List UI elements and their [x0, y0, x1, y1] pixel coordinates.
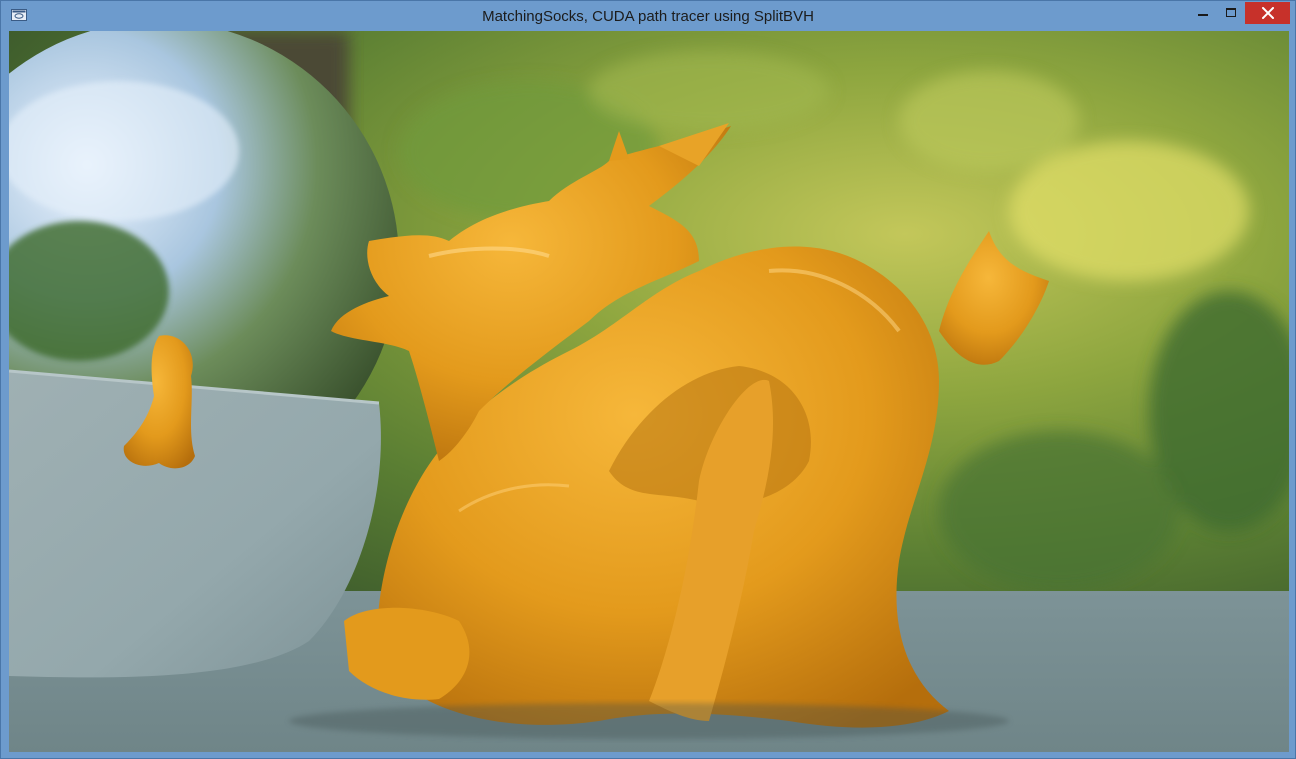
render-viewport[interactable] — [9, 31, 1289, 752]
close-button[interactable] — [1245, 2, 1290, 24]
maximize-button[interactable] — [1218, 2, 1244, 24]
window-title: MatchingSocks, CUDA path tracer using Sp… — [482, 8, 814, 25]
minimize-icon — [1198, 14, 1208, 16]
rendered-scene — [9, 31, 1289, 752]
dragon-shadow — [289, 703, 1009, 739]
maximize-icon — [1226, 8, 1236, 17]
close-icon — [1261, 7, 1274, 19]
app-window-icon[interactable] — [11, 9, 27, 21]
minimize-button[interactable] — [1190, 2, 1216, 24]
title-bar[interactable]: MatchingSocks, CUDA path tracer using Sp… — [1, 1, 1295, 31]
app-window: MatchingSocks, CUDA path tracer using Sp… — [0, 0, 1296, 759]
